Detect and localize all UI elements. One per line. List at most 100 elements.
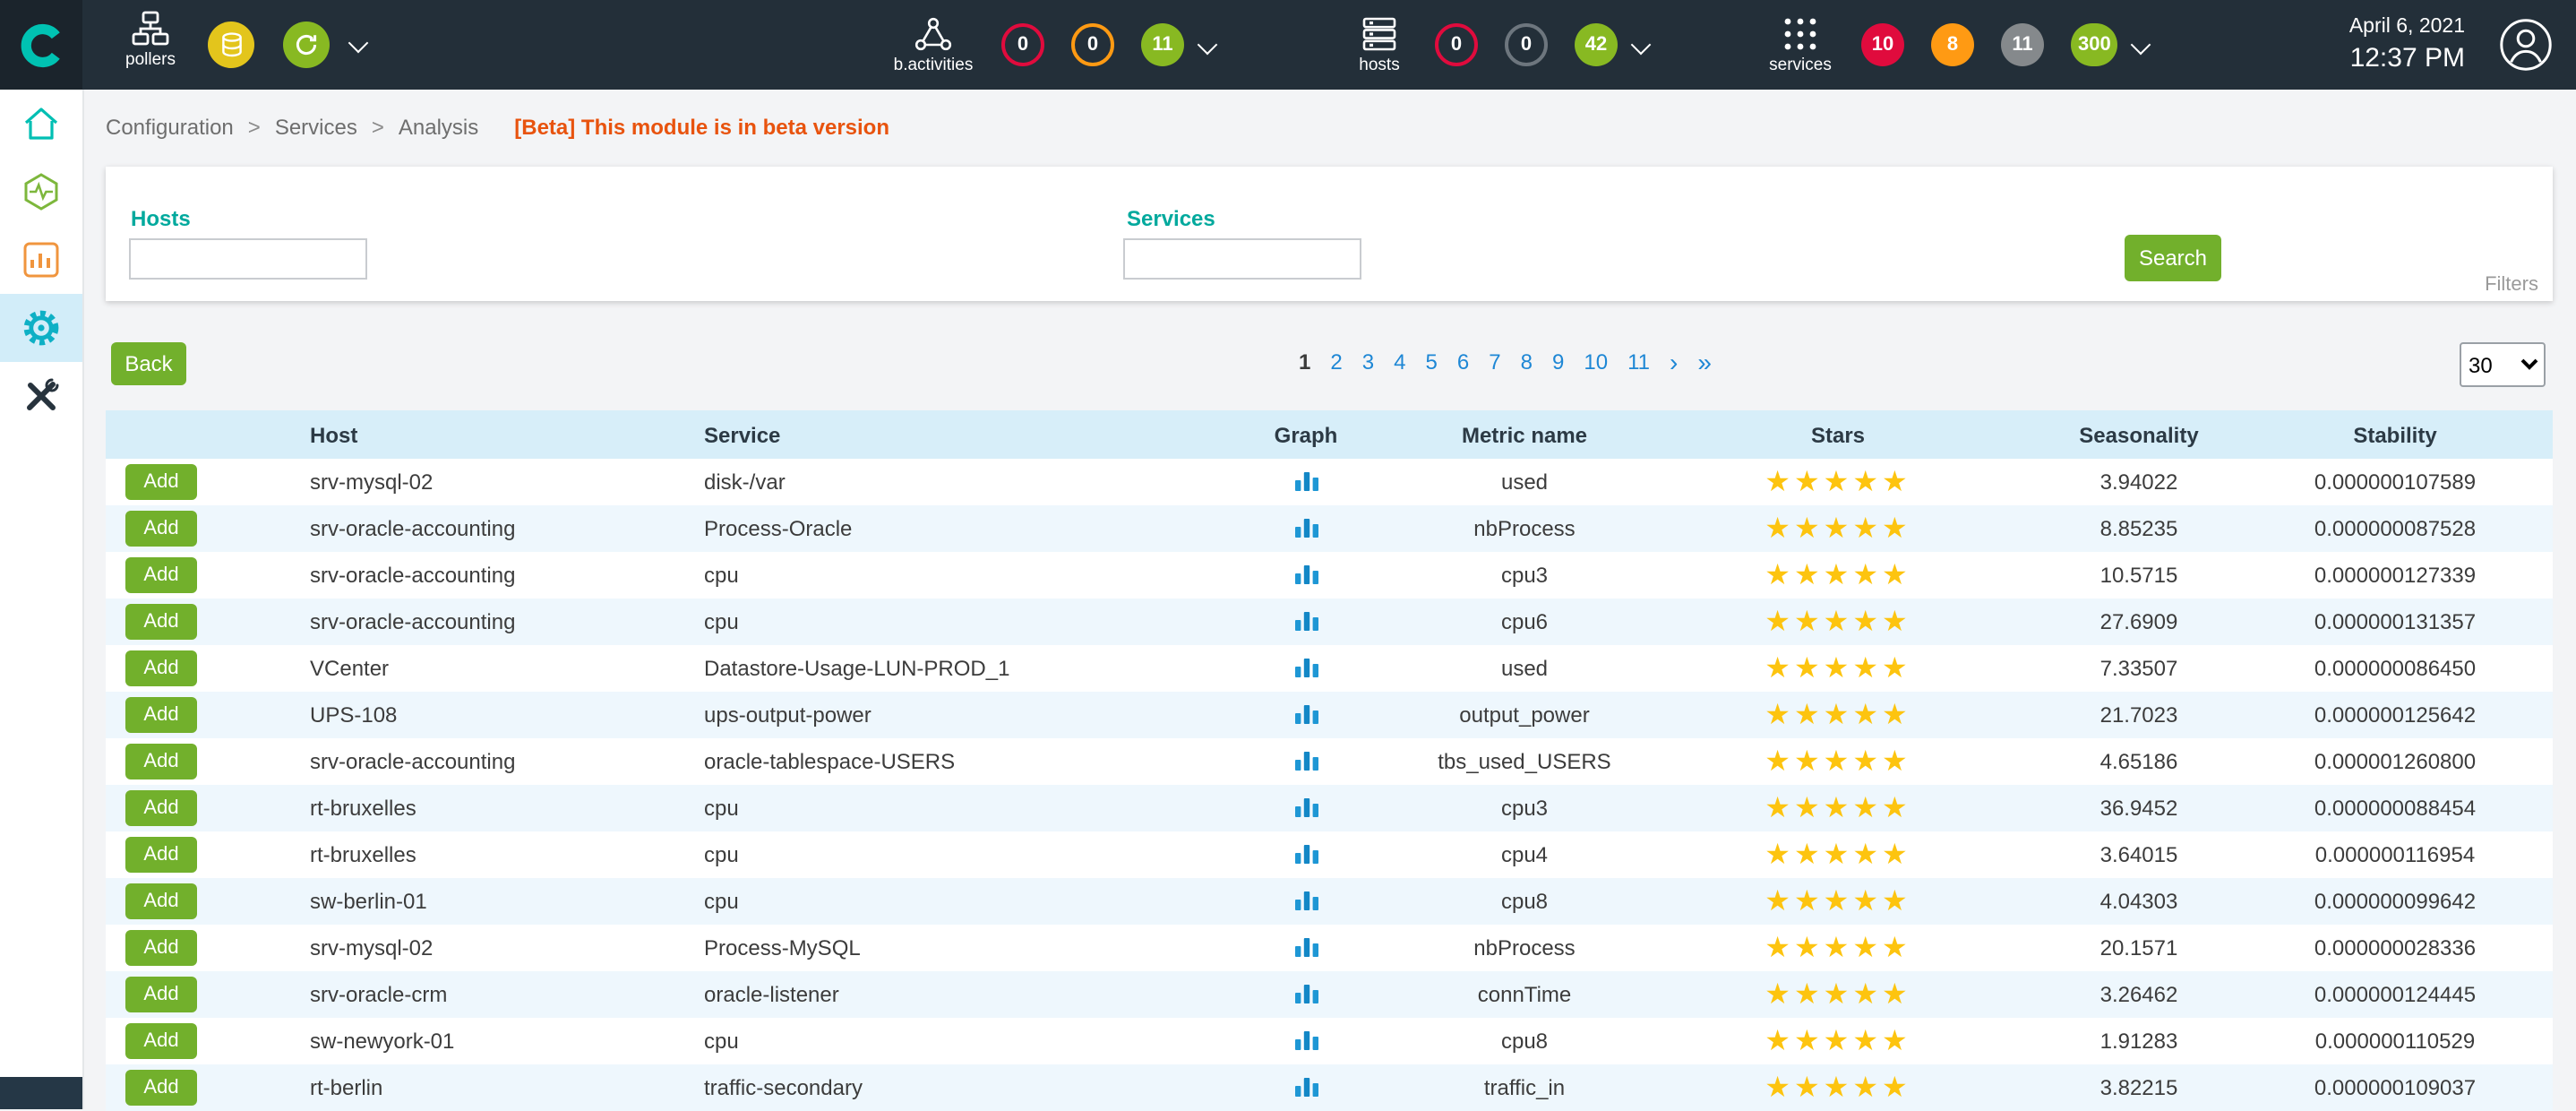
- add-button[interactable]: Add: [125, 977, 197, 1012]
- table-row: Addsrv-mysql-02Process-MySQLnbProcess★★★…: [106, 925, 2553, 971]
- table-row: Addrt-bruxellescpucpu3★★★★★36.94520.0000…: [106, 785, 2553, 831]
- user-avatar[interactable]: [2499, 18, 2553, 72]
- status-badge[interactable]: 0: [1505, 23, 1548, 66]
- filters-link[interactable]: Filters: [2485, 274, 2538, 296]
- search-button[interactable]: Search: [2125, 235, 2221, 281]
- graph-icon[interactable]: [1292, 1072, 1319, 1103]
- service-cell: cpu: [679, 1018, 1198, 1064]
- page-8[interactable]: 8: [1521, 349, 1533, 375]
- sidebar: [0, 90, 84, 1109]
- page-11[interactable]: 11: [1627, 349, 1650, 375]
- chevron-down-icon[interactable]: [1198, 35, 1218, 56]
- graph-icon[interactable]: [1292, 467, 1319, 497]
- graph-icon[interactable]: [1292, 653, 1319, 684]
- services-filter-input[interactable]: [1123, 238, 1361, 280]
- status-badge[interactable]: 11: [2001, 23, 2044, 66]
- add-button[interactable]: Add: [125, 837, 197, 873]
- add-button[interactable]: Add: [125, 697, 197, 733]
- sidebar-item-administration[interactable]: [0, 362, 82, 430]
- status-badge[interactable]: 42: [1575, 23, 1618, 66]
- graph-icon[interactable]: [1292, 793, 1319, 823]
- add-button[interactable]: Add: [125, 790, 197, 826]
- sidebar-item-reporting[interactable]: [0, 226, 82, 294]
- chevron-down-icon[interactable]: [1631, 35, 1652, 56]
- ok-status-icon[interactable]: [283, 22, 330, 68]
- header-graph: Graph: [1198, 410, 1413, 459]
- add-button[interactable]: Add: [125, 1023, 197, 1059]
- add-button[interactable]: Add: [125, 464, 197, 500]
- sidebar-item-monitoring[interactable]: [0, 158, 82, 226]
- topbar-services[interactable]: services 10 8 11 300: [1756, 9, 2149, 81]
- service-cell: Process-MySQL: [679, 925, 1198, 971]
- page-7[interactable]: 7: [1489, 349, 1500, 375]
- page-5[interactable]: 5: [1426, 349, 1438, 375]
- status-badge[interactable]: 11: [1141, 23, 1184, 66]
- graph-icon[interactable]: [1292, 840, 1319, 870]
- topbar-business-activities[interactable]: b.activities 0011: [881, 9, 1215, 81]
- page-9[interactable]: 9: [1552, 349, 1564, 375]
- services-label: services: [1769, 55, 1832, 74]
- add-button[interactable]: Add: [125, 744, 197, 779]
- graph-icon[interactable]: [1292, 1026, 1319, 1056]
- graph-icon[interactable]: [1292, 513, 1319, 544]
- back-button[interactable]: Back: [111, 342, 186, 385]
- add-button[interactable]: Add: [125, 1070, 197, 1106]
- centreon-logo-icon: [17, 21, 65, 69]
- database-status-icon[interactable]: [208, 22, 254, 68]
- graph-icon[interactable]: [1292, 886, 1319, 917]
- status-badge[interactable]: 300: [2071, 23, 2118, 66]
- pollers-status[interactable]: pollers: [104, 11, 197, 70]
- status-badge[interactable]: 0: [1001, 23, 1044, 66]
- stability-cell: 0.000000028336: [2237, 925, 2553, 971]
- graph-icon[interactable]: [1292, 933, 1319, 963]
- page-4[interactable]: 4: [1394, 349, 1405, 375]
- sidebar-item-configuration[interactable]: [0, 294, 82, 362]
- host-cell: srv-mysql-02: [285, 459, 679, 505]
- table-row: Addrt-bruxellescpucpu4★★★★★3.640150.0000…: [106, 831, 2553, 878]
- analysis-table-body: Addsrv-mysql-02disk-/varused★★★★★3.94022…: [106, 459, 2553, 1111]
- status-badge[interactable]: 0: [1071, 23, 1114, 66]
- chevron-down-icon[interactable]: [2131, 35, 2151, 56]
- hosts-filter-input[interactable]: [129, 238, 367, 280]
- filter-panel: Hosts Services Search Filters: [106, 167, 2553, 301]
- graph-icon[interactable]: [1292, 746, 1319, 777]
- seasonality-cell: 3.26462: [2040, 971, 2237, 1018]
- service-cell: oracle-listener: [679, 971, 1198, 1018]
- add-button[interactable]: Add: [125, 604, 197, 640]
- status-badge[interactable]: 8: [1931, 23, 1974, 66]
- breadcrumb-item[interactable]: Configuration: [106, 114, 234, 139]
- add-button[interactable]: Add: [125, 930, 197, 966]
- add-button[interactable]: Add: [125, 883, 197, 919]
- add-button[interactable]: Add: [125, 650, 197, 686]
- add-button[interactable]: Add: [125, 511, 197, 547]
- next-page-icon[interactable]: ›: [1670, 351, 1678, 373]
- graph-icon[interactable]: [1292, 607, 1319, 637]
- page-1[interactable]: 1: [1299, 349, 1310, 375]
- last-page-icon[interactable]: »: [1697, 351, 1712, 373]
- graph-icon[interactable]: [1292, 560, 1319, 590]
- add-button[interactable]: Add: [125, 557, 197, 593]
- page-6[interactable]: 6: [1457, 349, 1469, 375]
- sidebar-item-home[interactable]: [0, 90, 82, 158]
- stability-cell: 0.000000088454: [2237, 785, 2553, 831]
- topbar-hosts[interactable]: hosts 0042: [1340, 9, 1648, 81]
- page-3[interactable]: 3: [1362, 349, 1374, 375]
- metric-name-cell: cpu8: [1413, 1018, 1636, 1064]
- status-badge[interactable]: 10: [1861, 23, 1904, 66]
- seasonality-cell: 3.82215: [2040, 1064, 2237, 1111]
- host-cell: srv-oracle-accounting: [285, 552, 679, 599]
- chevron-down-icon[interactable]: [348, 33, 369, 54]
- graph-icon[interactable]: [1292, 700, 1319, 730]
- seasonality-cell: 1.91283: [2040, 1018, 2237, 1064]
- breadcrumb-item[interactable]: Services: [275, 114, 357, 139]
- breadcrumb-item[interactable]: Analysis: [399, 114, 478, 139]
- host-cell: sw-newyork-01: [285, 1018, 679, 1064]
- hosts-icon: [1360, 15, 1399, 51]
- centreon-logo[interactable]: [0, 0, 82, 90]
- page-10[interactable]: 10: [1584, 349, 1608, 375]
- status-badge[interactable]: 0: [1435, 23, 1478, 66]
- sidebar-collapse-button[interactable]: [0, 1077, 82, 1109]
- page-size-select[interactable]: 30: [2460, 342, 2546, 387]
- page-2[interactable]: 2: [1330, 349, 1342, 375]
- graph-icon[interactable]: [1292, 979, 1319, 1010]
